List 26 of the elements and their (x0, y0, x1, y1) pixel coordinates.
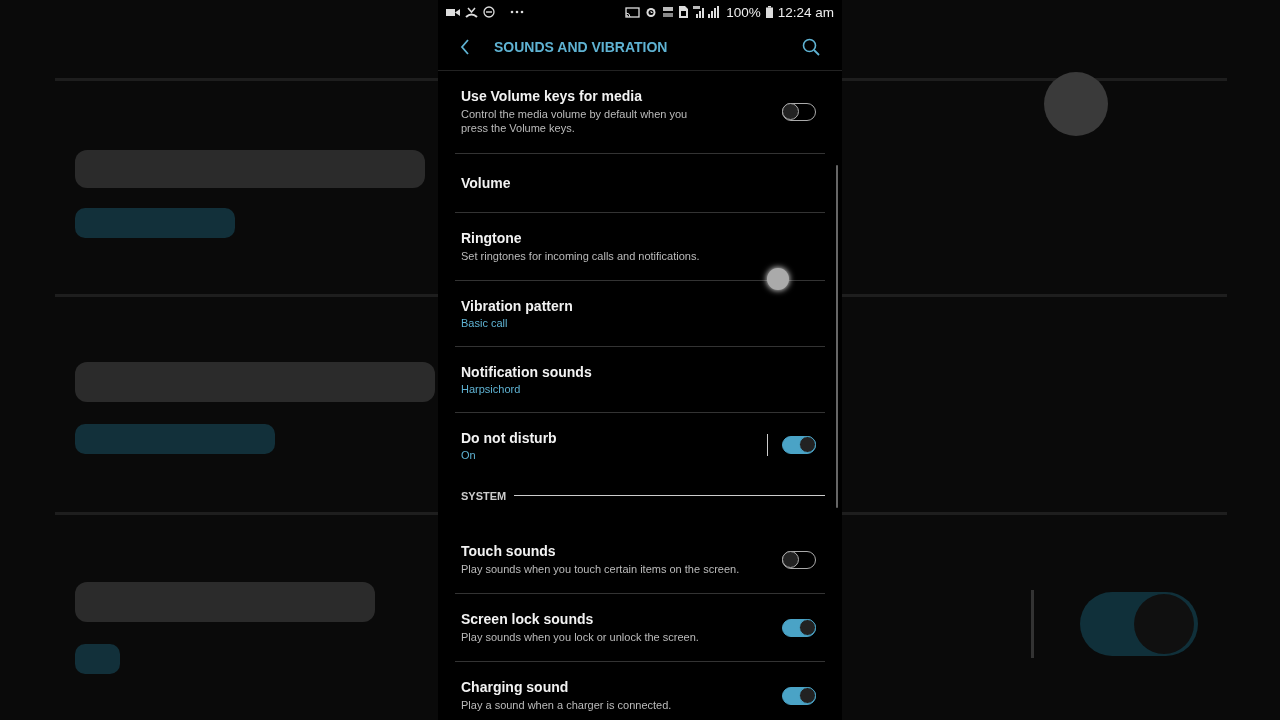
sim-card-icon (679, 6, 689, 18)
touch-indicator (767, 268, 789, 290)
settings-item[interactable]: Volume (455, 153, 825, 213)
do-not-disturb-icon (483, 6, 495, 18)
settings-item[interactable]: Screen lock sounds Play sounds when you lock or unlock the screen. (455, 594, 825, 663)
back-icon[interactable] (460, 39, 470, 55)
battery-icon (765, 6, 773, 18)
signal-icon (693, 6, 722, 18)
clock: 12:24 am (777, 4, 834, 20)
settings-item[interactable]: Do not disturb On (455, 412, 825, 478)
toggle-switch[interactable] (782, 618, 816, 637)
settings-item[interactable]: Charging sound Play a sound when a charger is connected. (455, 662, 825, 720)
screen-title: SOUNDS AND VIBRATION (494, 39, 669, 55)
battery-percentage: 100% (726, 4, 761, 20)
video-camera-icon (446, 7, 460, 17)
missed-call-icon (465, 6, 478, 18)
cast-icon (625, 6, 641, 18)
toggle-switch[interactable] (782, 687, 816, 706)
toggle-switch[interactable] (782, 436, 816, 455)
settings-item[interactable]: Notification sounds Harpsichord (455, 346, 825, 413)
settings-item[interactable]: Touch sounds Play sounds when you touch certain items on the screen. (455, 525, 825, 595)
section-header: SYSTEM (461, 489, 507, 502)
search-icon[interactable] (802, 38, 820, 56)
settings-item[interactable]: Use Volume keys for media Control the media volume by default when you press the Volume keys. (455, 71, 825, 154)
alarm-icon (645, 6, 658, 18)
more-icon (510, 10, 524, 14)
